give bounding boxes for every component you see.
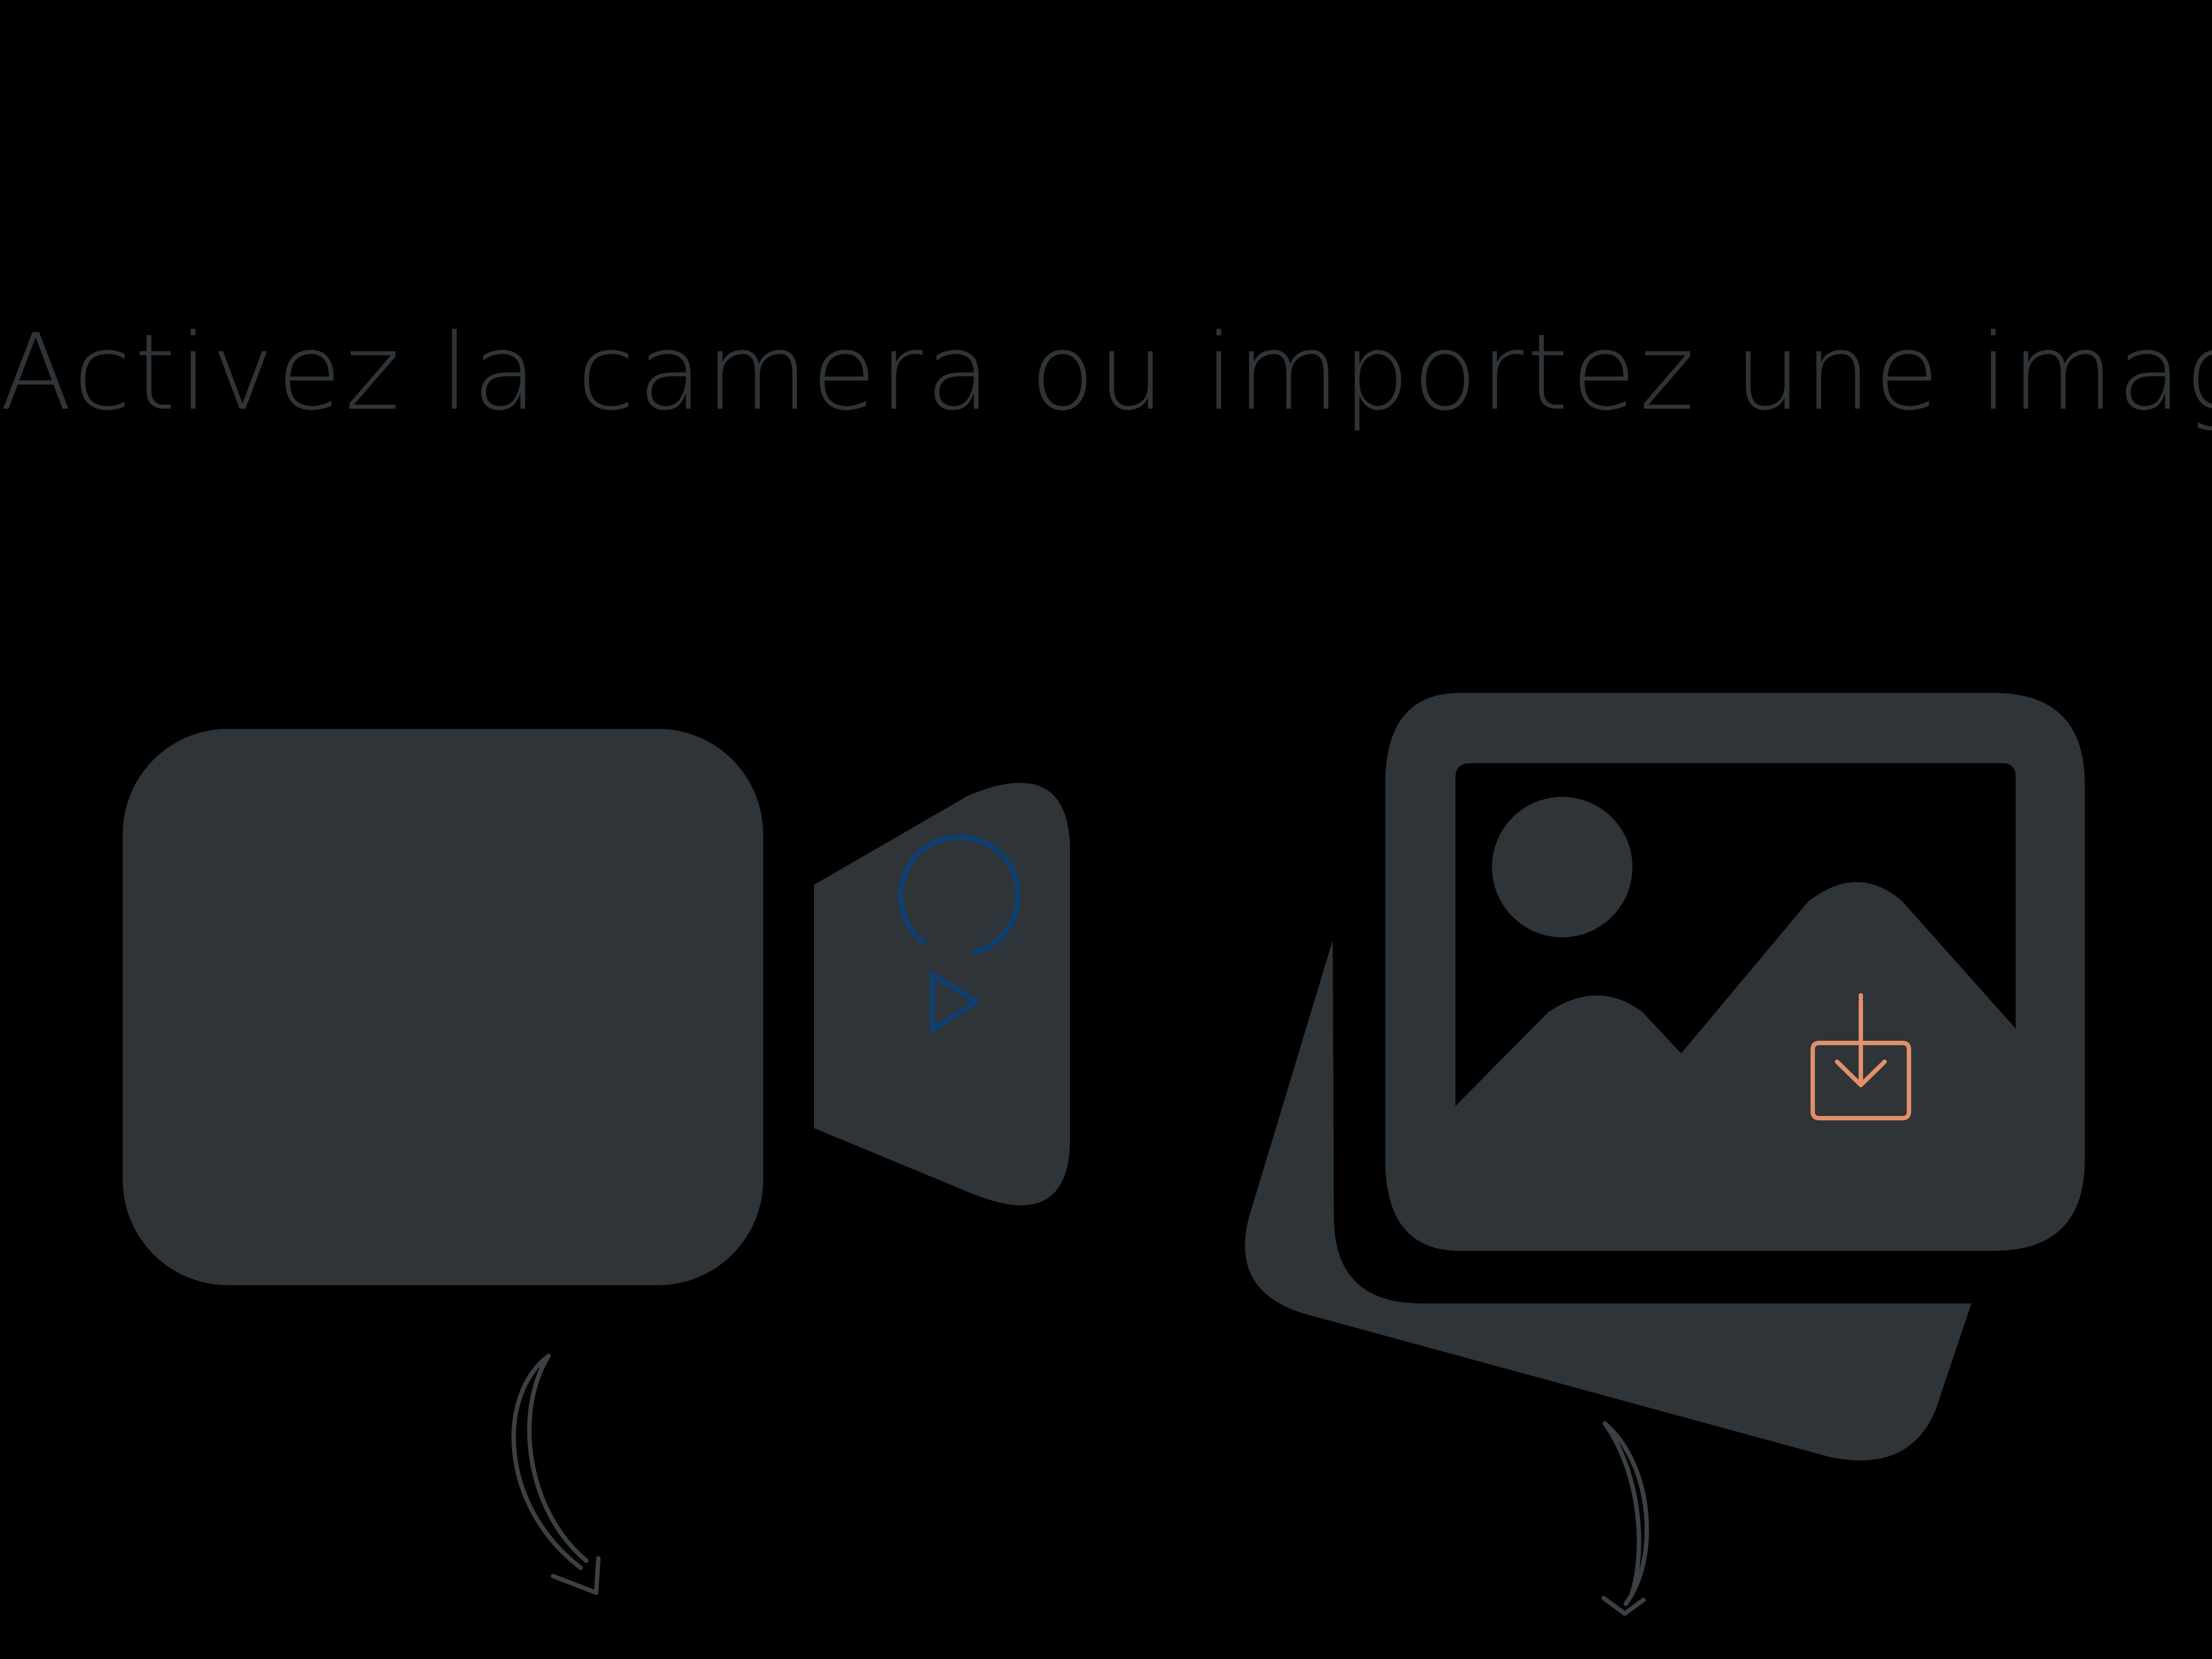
options-illustration [123,693,2085,1616]
curved-arrow-icon [511,1354,601,1595]
image-stack-icon[interactable] [1245,693,2085,1461]
import-option[interactable] [1245,693,2085,1616]
curved-arrow-icon [1601,1421,1649,1616]
camera-or-import-screen: Activez la camera ou importez une image [0,0,2212,1659]
video-camera-icon[interactable] [123,729,1070,1285]
camera-option[interactable] [123,729,1070,1595]
